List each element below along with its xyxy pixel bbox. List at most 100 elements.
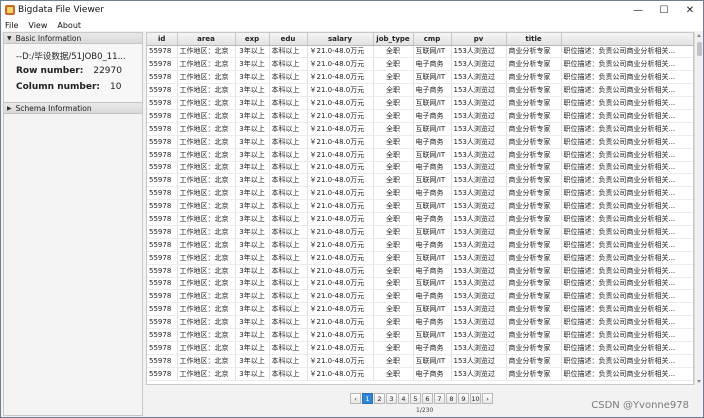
table-cell[interactable]: ￥21.0-48.0万元 — [307, 212, 374, 226]
column-header-pv[interactable]: pv — [451, 33, 507, 46]
table-cell[interactable]: 3年以上 — [235, 354, 270, 368]
table-cell[interactable]: 55978 — [147, 161, 178, 175]
table-cell[interactable]: ￥21.0-48.0万元 — [307, 277, 374, 291]
table-cell[interactable]: 职位描述：负责公司商业分析相关... — [561, 122, 693, 136]
table-cell[interactable]: 3年以上 — [235, 96, 270, 110]
table-cell[interactable]: 工作地区：北京 — [177, 186, 236, 201]
table-cell[interactable]: 职位描述：负责公司商业分析相关... — [561, 173, 693, 188]
table-cell[interactable]: 本科以上 — [269, 186, 308, 201]
menu-about[interactable]: About — [57, 21, 81, 30]
table-cell[interactable]: 工作地区：北京 — [177, 96, 236, 110]
table-cell[interactable]: 153人浏览过 — [451, 277, 507, 291]
table-cell[interactable]: ￥21.0-48.0万元 — [307, 341, 374, 355]
table-cell[interactable]: ￥21.0-48.0万元 — [307, 161, 374, 175]
table-cell[interactable]: 全职 — [373, 161, 414, 175]
table-cell[interactable]: 互联网/IT — [413, 173, 452, 188]
table-cell[interactable]: 全职 — [373, 148, 414, 162]
menu-file[interactable]: File — [5, 21, 18, 30]
table-cell[interactable]: 商业分析专家 — [506, 83, 562, 98]
table-cell[interactable]: 职位描述：负责公司商业分析相关... — [561, 238, 693, 252]
table-cell[interactable]: 55978 — [147, 341, 178, 355]
table-cell[interactable]: 3年以上 — [235, 212, 270, 226]
table-row[interactable]: 55978 工作地区：北京 3年以上 本科以上 ￥21.0-48.0万元 全职 互联网/IT… — [147, 199, 693, 214]
table-cell[interactable]: 商业分析专家 — [506, 186, 562, 201]
table-cell[interactable]: 153人浏览过 — [451, 161, 507, 175]
table-cell[interactable]: 55978 — [147, 148, 178, 162]
table-cell[interactable]: 职位描述：负责公司商业分析相关... — [561, 57, 693, 72]
close-button[interactable]: ✕ — [677, 1, 703, 19]
maximize-button[interactable]: ☐ — [651, 1, 677, 19]
table-cell[interactable]: 全职 — [373, 199, 414, 214]
column-header-job_type[interactable]: job_type — [373, 33, 414, 46]
table-cell[interactable]: 全职 — [373, 302, 414, 317]
table-cell[interactable]: 工作地区：北京 — [177, 161, 236, 175]
table-cell[interactable]: 职位描述：负责公司商业分析相关... — [561, 109, 693, 123]
table-cell[interactable]: 本科以上 — [269, 328, 308, 342]
table-cell[interactable]: 153人浏览过 — [451, 264, 507, 278]
table-cell[interactable]: 工作地区：北京 — [177, 148, 236, 162]
table-cell[interactable]: 职位描述：负责公司商业分析相关... — [561, 96, 693, 110]
menu-view[interactable]: View — [28, 21, 47, 30]
table-cell[interactable]: 3年以上 — [235, 251, 270, 265]
table-cell[interactable]: 153人浏览过 — [451, 70, 507, 85]
table-cell[interactable]: 3年以上 — [235, 148, 270, 162]
table-cell[interactable]: 55978 — [147, 302, 178, 317]
table-cell[interactable]: 153人浏览过 — [451, 328, 507, 342]
table-cell[interactable]: 工作地区：北京 — [177, 251, 236, 265]
table-cell[interactable]: 3年以上 — [235, 57, 270, 72]
table-cell[interactable]: 全职 — [373, 96, 414, 110]
table-row[interactable]: 55978 工作地区：北京 3年以上 本科以上 ￥21.0-48.0万元 全职 电子商务 15… — [147, 315, 693, 330]
table-cell[interactable]: ￥21.0-48.0万元 — [307, 148, 374, 162]
table-cell[interactable]: 本科以上 — [269, 289, 308, 304]
table-cell[interactable]: 职位描述：负责公司商业分析相关... — [561, 264, 693, 278]
table-row[interactable]: 55978 工作地区：北京 3年以上 本科以上 ￥21.0-48.0万元 全职 互联网/IT… — [147, 96, 693, 110]
table-cell[interactable]: 全职 — [373, 328, 414, 342]
scroll-up-icon[interactable] — [697, 34, 701, 37]
table-row[interactable]: 55978 工作地区：北京 3年以上 本科以上 ￥21.0-48.0万元 全职 互联网/IT… — [147, 328, 693, 342]
table-cell[interactable]: 工作地区：北京 — [177, 264, 236, 278]
table-cell[interactable]: 工作地区：北京 — [177, 289, 236, 304]
table-cell[interactable]: 商业分析专家 — [506, 328, 562, 342]
table-cell[interactable]: 商业分析专家 — [506, 135, 562, 149]
table-cell[interactable]: 55978 — [147, 96, 178, 110]
table-cell[interactable]: 职位描述：负责公司商业分析相关... — [561, 161, 693, 175]
table-cell[interactable]: ￥21.0-48.0万元 — [307, 225, 374, 239]
page-button-8[interactable]: 8 — [446, 393, 457, 404]
page-button-9[interactable]: 9 — [458, 393, 469, 404]
table-cell[interactable]: 职位描述：负责公司商业分析相关... — [561, 341, 693, 355]
prev-page-button[interactable]: ‹ — [350, 393, 361, 404]
table-cell[interactable]: ￥21.0-48.0万元 — [307, 328, 374, 342]
table-cell[interactable]: 互联网/IT — [413, 277, 452, 291]
table-cell[interactable]: 职位描述：负责公司商业分析相关... — [561, 199, 693, 214]
table-cell[interactable]: 工作地区：北京 — [177, 70, 236, 85]
table-cell[interactable]: 职位描述：负责公司商业分析相关... — [561, 367, 693, 381]
table-cell[interactable]: 工作地区：北京 — [177, 109, 236, 123]
table-cell[interactable]: 工作地区：北京 — [177, 328, 236, 342]
table-cell[interactable]: 本科以上 — [269, 354, 308, 368]
table-cell[interactable]: 全职 — [373, 70, 414, 85]
schema-information-header[interactable]: ▶ Schema Information — [4, 103, 142, 114]
column-header-extra[interactable] — [561, 33, 693, 46]
table-cell[interactable]: 本科以上 — [269, 173, 308, 188]
table-cell[interactable]: 工作地区：北京 — [177, 199, 236, 214]
table-cell[interactable]: 全职 — [373, 289, 414, 304]
table-cell[interactable]: 3年以上 — [235, 238, 270, 252]
table-cell[interactable]: 工作地区：北京 — [177, 341, 236, 355]
table-cell[interactable]: 55978 — [147, 264, 178, 278]
vertical-scrollbar[interactable] — [694, 32, 703, 385]
table-cell[interactable]: 3年以上 — [235, 83, 270, 98]
table-cell[interactable]: 55978 — [147, 186, 178, 201]
table-row[interactable]: 55978 工作地区：北京 3年以上 本科以上 ￥21.0-48.0万元 全职 互联网/IT… — [147, 302, 693, 317]
table-row[interactable]: 55978 工作地区：北京 3年以上 本科以上 ￥21.0-48.0万元 全职 互联网/IT… — [147, 148, 693, 162]
page-button-2[interactable]: 2 — [374, 393, 385, 404]
table-cell[interactable]: 55978 — [147, 212, 178, 226]
table-cell[interactable]: 本科以上 — [269, 302, 308, 317]
table-cell[interactable]: 3年以上 — [235, 341, 270, 355]
table-cell[interactable]: 全职 — [373, 367, 414, 381]
table-row[interactable]: 55978 工作地区：北京 3年以上 本科以上 ￥21.0-48.0万元 全职 互联网/IT… — [147, 70, 693, 85]
table-cell[interactable]: 互联网/IT — [413, 328, 452, 342]
table-cell[interactable]: 工作地区：北京 — [177, 173, 236, 188]
table-cell[interactable]: 职位描述：负责公司商业分析相关... — [561, 315, 693, 330]
table-cell[interactable]: 工作地区：北京 — [177, 354, 236, 368]
table-cell[interactable]: 本科以上 — [269, 315, 308, 330]
